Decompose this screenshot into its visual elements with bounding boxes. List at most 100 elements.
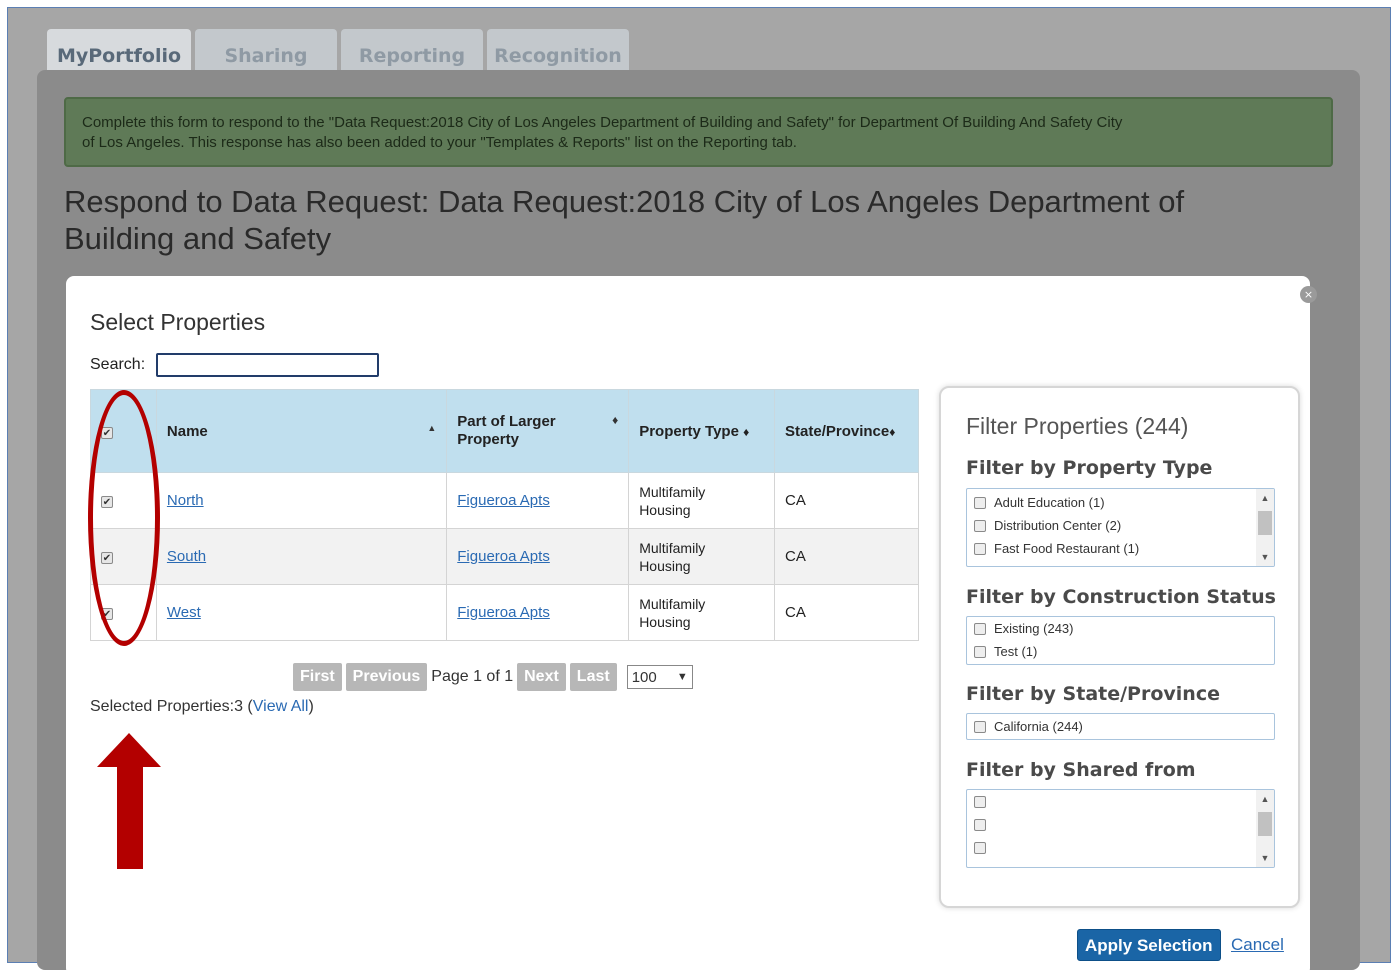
filter-option-label: Test (1) (994, 644, 1038, 659)
filter-checkbox[interactable] (974, 645, 986, 658)
table-row[interactable]: ✔ West Figueroa Apts Multifamily Housing… (90, 584, 919, 641)
property-name-link[interactable]: North (167, 492, 204, 509)
scroll-up-icon[interactable]: ▲ (1256, 491, 1274, 505)
column-header-parent[interactable]: Part of Larger Property ♦ (446, 389, 630, 473)
type-line-2: Housing (639, 613, 691, 630)
state-province-list[interactable]: California (244) (966, 713, 1275, 740)
filter-option[interactable] (967, 813, 1274, 836)
filter-checkbox[interactable] (974, 622, 986, 635)
filter-title: Filter Properties (244) (966, 413, 1189, 439)
type-line-2: Housing (639, 557, 691, 574)
property-name-link[interactable]: South (167, 548, 206, 565)
filter-checkbox[interactable] (974, 496, 986, 509)
parent-cell: Figueroa Apts (446, 472, 630, 529)
search-input[interactable] (156, 353, 379, 377)
scroll-thumb[interactable] (1258, 812, 1272, 836)
sort-asc-icon: ▲ (427, 422, 437, 433)
column-header-type[interactable]: Property Type ♦ (628, 389, 776, 473)
type-cell: Multifamily Housing (628, 584, 776, 641)
last-page-button[interactable]: Last (569, 663, 617, 691)
column-header-parent-label: Part of Larger Property (457, 413, 556, 448)
type-cell: Multifamily Housing (628, 472, 776, 529)
page-size-value: 100 (631, 668, 657, 686)
filter-heading-construction-status: Filter by Construction Status (966, 586, 1276, 608)
page-title: Respond to Data Request: Data Request:20… (64, 183, 1304, 257)
info-notice: Complete this form to respond to the "Da… (64, 97, 1333, 167)
table-header-row: ✔ Name ▲ Part of Larger Property ♦ Prope… (90, 389, 919, 473)
name-cell: North (155, 472, 448, 529)
filter-option[interactable] (967, 836, 1274, 859)
annotation-ellipse (88, 390, 160, 646)
page-indicator: Page 1 of 1 (431, 668, 514, 685)
scroll-up-icon[interactable]: ▲ (1256, 792, 1274, 806)
parent-cell: Figueroa Apts (446, 528, 630, 585)
type-line-2: Housing (639, 501, 691, 518)
scrollbar[interactable]: ▲ ▼ (1256, 790, 1274, 867)
filter-checkbox[interactable] (974, 818, 986, 831)
parent-property-link[interactable]: Figueroa Apts (457, 492, 550, 509)
scroll-down-icon[interactable]: ▼ (1256, 550, 1274, 564)
first-page-button[interactable]: First (293, 663, 342, 691)
cancel-link[interactable]: Cancel (1231, 935, 1284, 955)
construction-status-list[interactable]: Existing (243) Test (1) (966, 616, 1275, 665)
annotation-arrow-icon (97, 733, 161, 869)
close-icon[interactable]: × (1300, 286, 1317, 303)
type-line-1: Multifamily (639, 595, 706, 612)
sort-icon: ♦ (612, 413, 619, 427)
selected-properties-summary: Selected Properties:3 (View All) (90, 698, 314, 716)
sort-icon: ♦ (743, 424, 750, 439)
search-label: Search: (90, 356, 146, 373)
column-header-type-label: Property Type (639, 422, 739, 440)
filter-option-label: Existing (243) (994, 621, 1074, 636)
next-page-button[interactable]: Next (517, 663, 566, 691)
scrollbar[interactable]: ▲ ▼ (1256, 489, 1274, 566)
filter-option-label: Fast Food Restaurant (1) (994, 541, 1140, 556)
filter-option[interactable]: Fast Food Restaurant (1) (967, 537, 1274, 560)
parent-property-link[interactable]: Figueroa Apts (457, 604, 550, 621)
column-header-name[interactable]: Name ▲ (155, 389, 448, 473)
filter-option[interactable] (967, 790, 1274, 813)
page-title-line-1: Respond to Data Request: Data Request:20… (64, 184, 1185, 219)
notice-line-2: of Los Angeles. This response has also b… (82, 134, 797, 151)
view-all-link[interactable]: View All (253, 698, 309, 715)
filter-option[interactable]: Existing (243) (967, 617, 1274, 640)
filter-checkbox[interactable] (974, 720, 986, 733)
filter-option[interactable]: Adult Education (1) (967, 491, 1274, 514)
properties-table: ✔ Name ▲ Part of Larger Property ♦ Prope… (90, 389, 919, 641)
parent-property-link[interactable]: Figueroa Apts (457, 548, 550, 565)
table-row[interactable]: ✔ North Figueroa Apts Multifamily Housin… (90, 472, 919, 529)
notice-line-1: Complete this form to respond to the "Da… (82, 114, 1123, 131)
filter-option[interactable]: California (244) (967, 715, 1274, 738)
name-cell: South (155, 528, 448, 585)
filter-option-label: Adult Education (1) (994, 495, 1105, 510)
type-line-1: Multifamily (639, 483, 706, 500)
filter-checkbox[interactable] (974, 841, 986, 854)
filter-checkbox[interactable] (974, 519, 986, 532)
name-cell: West (155, 584, 448, 641)
filter-option[interactable]: Test (1) (967, 640, 1274, 663)
page-size-select[interactable]: 100 ▼ (626, 665, 693, 689)
shared-from-list[interactable]: ▲ ▼ (966, 789, 1275, 868)
state-cell: CA (774, 584, 919, 641)
pagination: First Previous Page 1 of 1 Next Last 100… (293, 662, 693, 692)
filter-checkbox[interactable] (974, 795, 986, 808)
selected-close-paren: ) (308, 698, 314, 715)
property-type-list[interactable]: Adult Education (1) Distribution Center … (966, 488, 1275, 567)
scroll-down-icon[interactable]: ▼ (1256, 851, 1274, 865)
filter-heading-state: Filter by State/Province (966, 683, 1220, 705)
table-row[interactable]: ✔ South Figueroa Apts Multifamily Housin… (90, 528, 919, 585)
scroll-thumb[interactable] (1258, 511, 1272, 535)
filter-option-label: Distribution Center (2) (994, 518, 1122, 533)
column-header-state[interactable]: State/Province♦ (774, 389, 919, 473)
apply-selection-button[interactable]: Apply Selection (1077, 929, 1221, 961)
column-header-state-label: State/Province (785, 422, 890, 440)
type-line-1: Multifamily (639, 539, 706, 556)
property-name-link[interactable]: West (167, 604, 201, 621)
filter-option[interactable]: Distribution Center (2) (967, 514, 1274, 537)
selected-count-text: Selected Properties:3 ( (90, 698, 253, 715)
previous-page-button[interactable]: Previous (345, 663, 428, 691)
column-header-name-label: Name (166, 422, 208, 440)
page-title-line-2: Building and Safety (64, 221, 332, 256)
filter-checkbox[interactable] (974, 542, 986, 555)
modal-title: Select Properties (90, 309, 266, 335)
